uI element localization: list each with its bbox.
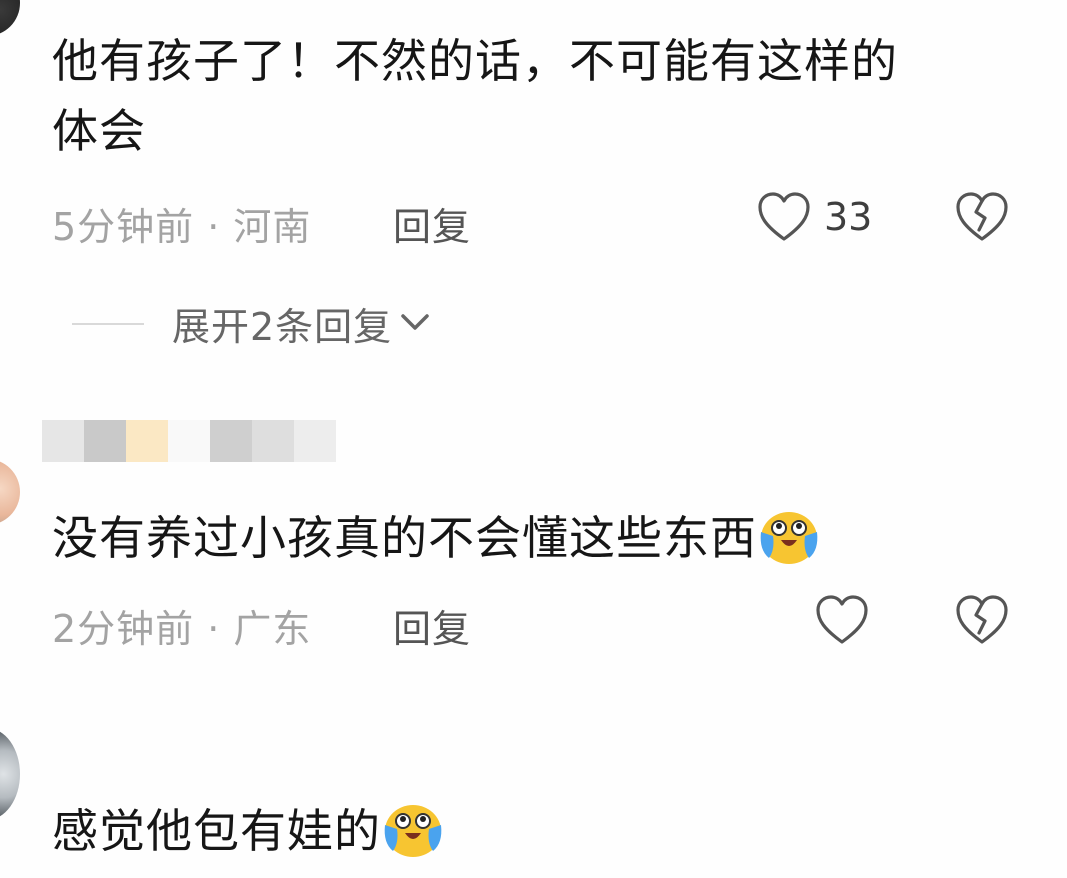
like-button[interactable]: 33 <box>756 190 872 244</box>
comment-text-line: 感觉他包有娃的 <box>52 804 381 858</box>
comment-text: 他有孩子了！不然的话，不可能有这样的 体会 <box>52 26 898 166</box>
comment-text: 感觉他包有娃的 <box>52 796 445 866</box>
like-count: 33 <box>824 195 873 239</box>
reply-button[interactable]: 回复 <box>393 598 471 653</box>
avatar[interactable] <box>0 728 20 820</box>
broken-heart-icon <box>954 190 1010 244</box>
avatar[interactable] <box>0 0 20 36</box>
dislike-button[interactable] <box>954 190 1010 244</box>
expand-replies-label: 展开2条回复 <box>172 305 393 349</box>
chevron-down-icon <box>398 310 432 338</box>
heart-outline-icon <box>814 593 870 647</box>
like-button[interactable] <box>814 593 870 647</box>
heart-outline-icon <box>756 190 812 244</box>
username-blurred[interactable] <box>42 420 336 462</box>
comment-text-line: 体会 <box>52 104 146 158</box>
avatar[interactable] <box>0 459 20 525</box>
reply-button[interactable]: 回复 <box>393 196 471 251</box>
divider-line <box>72 322 144 325</box>
crying-face-emoji-icon <box>757 506 821 566</box>
comment-text-line: 他有孩子了！不然的话，不可能有这样的 <box>52 34 898 88</box>
crying-face-emoji-icon <box>381 799 445 859</box>
broken-heart-icon <box>954 593 1010 647</box>
expand-replies-button[interactable]: 展开2条回复 <box>72 296 432 351</box>
comment-meta: 5分钟前 · 河南 <box>52 205 312 249</box>
comment-meta: 2分钟前 · 广东 <box>52 607 312 651</box>
comment-text: 没有养过小孩真的不会懂这些东西 <box>52 503 821 573</box>
comment-text-line: 没有养过小孩真的不会懂这些东西 <box>52 511 757 565</box>
dislike-button[interactable] <box>954 593 1010 647</box>
